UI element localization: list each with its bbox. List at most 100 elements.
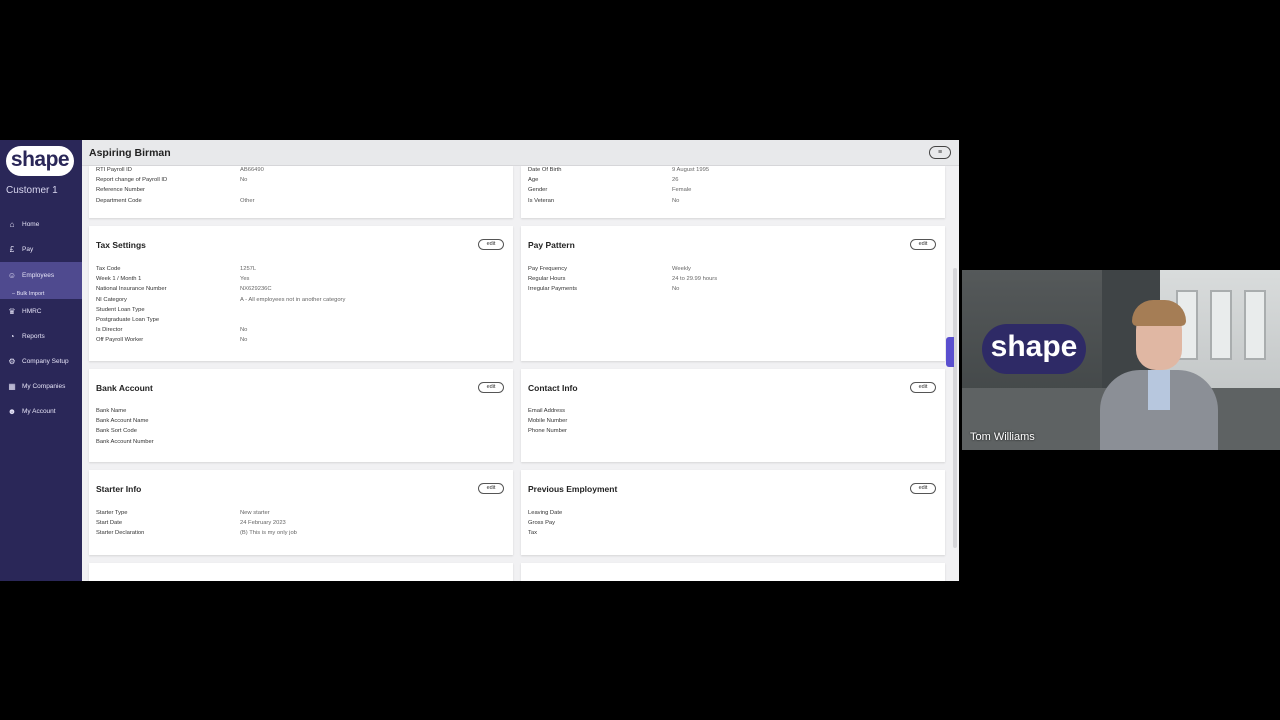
window-pane: [1210, 290, 1232, 360]
card-title: Bank Account: [96, 383, 153, 393]
field-row: Bank Account Name: [96, 418, 149, 425]
employees-icon: ☺: [7, 270, 17, 280]
presenter-shirt: [1148, 370, 1170, 410]
edit-previous-employment-button[interactable]: edit: [910, 483, 936, 494]
main-content: Aspiring Birman ≡ RTI Payroll ID AB66490 …: [82, 140, 959, 581]
sidebar-item-label: Reports: [22, 333, 45, 340]
presenter-hair: [1132, 300, 1186, 326]
field-row: Tax: [528, 530, 538, 537]
field-row: Regular Hours 24 to 29.99 hours: [528, 276, 718, 283]
field-row: Bank Account Number: [96, 438, 154, 445]
field-row: Student Loan Type: [96, 306, 145, 313]
scrollbar[interactable]: [953, 268, 957, 548]
sidebar-nav: ⌂ Home £ Pay ☺ Employees – Bulk Import ♛…: [0, 212, 82, 424]
field-row: Starter Declaration (B) This is my only j…: [96, 530, 297, 537]
field-row: Gender Female: [528, 187, 692, 194]
menu-icon[interactable]: ≡: [929, 146, 951, 159]
reports-icon: ◔: [9, 332, 15, 341]
field-row: National Insurance Number NX629236C: [96, 286, 272, 293]
sidebar-item-label: Pay: [22, 246, 34, 253]
hmrc-icon: ♛: [8, 307, 16, 316]
sidebar-item-label: Employees: [22, 271, 55, 279]
home-icon: ⌂: [9, 220, 15, 229]
sidebar-subitem-bulk-import[interactable]: – Bulk Import: [0, 288, 82, 299]
sidebar-item-company-setup[interactable]: ⚙ Company Setup: [0, 349, 82, 374]
field-row: Report change of Payroll ID No: [96, 177, 248, 184]
building-icon: ▦: [8, 382, 16, 391]
field-row: Gross Pay: [528, 520, 556, 527]
pound-icon: £: [9, 245, 15, 254]
card-title: Previous Employment: [528, 484, 618, 494]
card-title: Pay Pattern: [528, 240, 575, 250]
starter-info-card: Starter Info edit Starter Type New starte…: [89, 470, 513, 555]
sidebar-item-label: My Account: [22, 408, 56, 415]
sidebar-item-hmrc[interactable]: ♛ HMRC: [0, 299, 82, 324]
field-row: Email Address: [528, 408, 566, 414]
window-pane: [1244, 290, 1266, 360]
contact-info-rows: Email Address Mobile Number Phone Number: [528, 408, 672, 439]
edit-contact-info-button[interactable]: edit: [910, 382, 936, 393]
edit-pay-pattern-button[interactable]: edit: [910, 239, 936, 250]
sidebar-item-my-companies[interactable]: ▦ My Companies: [0, 374, 82, 399]
field-row: Bank Name: [96, 408, 127, 414]
pay-pattern-rows: Pay Frequency Weekly Regular Hours 24 to 2…: [528, 266, 717, 297]
presenter-video: shape Tom Williams: [962, 270, 1280, 450]
sidebar-item-pay[interactable]: £ Pay: [0, 237, 82, 262]
sidebar-item-home[interactable]: ⌂ Home: [0, 212, 82, 237]
card-title: Tax Settings: [96, 240, 146, 250]
field-row: Age 26: [528, 177, 679, 184]
card-title: Contact Info: [528, 383, 578, 393]
pay-pattern-card: Pay Pattern edit Pay Frequency Weekly Reg…: [521, 226, 945, 361]
tax-settings-card: Tax Settings edit Tax Code 1257L Week 1 /…: [89, 226, 513, 361]
card-title: Starter Info: [96, 484, 142, 494]
field-row: Irregular Payments No: [528, 286, 680, 293]
next-card-right: [521, 563, 945, 581]
personal-card: Date Of Birth 9 August 1995 Age 26 Gender F…: [521, 166, 945, 218]
edit-bank-account-button[interactable]: edit: [478, 382, 504, 393]
field-row: Phone Number: [528, 428, 567, 435]
field-row: Pay Frequency Weekly: [528, 266, 691, 272]
app-screen: shape Customer 1 ⌂ Home £ Pay ☺ Employee…: [0, 140, 959, 581]
shape-logo[interactable]: shape: [6, 146, 74, 176]
employee-header: Aspiring Birman ≡: [82, 140, 959, 166]
sidebar-item-reports[interactable]: ◔ Reports: [0, 324, 82, 349]
customer-name[interactable]: Customer 1: [6, 185, 58, 196]
field-row: Bank Sort Code: [96, 428, 137, 435]
field-row: Week 1 / Month 1 Yes: [96, 276, 250, 283]
personal-rows: Date Of Birth 9 August 1995 Age 26 Gender F…: [528, 167, 709, 208]
field-row: Tax Code 1257L: [96, 266, 257, 272]
field-row: Starter Type New starter: [96, 510, 270, 516]
field-row: Postgraduate Loan Type: [96, 316, 160, 323]
starter-info-rows: Starter Type New starter Start Date 24 Feb…: [96, 510, 297, 541]
bank-account-card: Bank Account edit Bank Name Bank Account…: [89, 369, 513, 462]
shape-wall-logo: shape: [982, 324, 1086, 374]
field-row: RTI Payroll ID AB66490: [96, 167, 264, 173]
sidebar-item-label: HMRC: [22, 308, 42, 315]
employment-card: RTI Payroll ID AB66490 Report change of P…: [89, 166, 513, 218]
field-row: Start Date 24 February 2023: [96, 520, 286, 527]
sidebar-item-label: My Companies: [22, 383, 66, 390]
field-row: Is Veteran No: [528, 197, 680, 204]
employment-rows: RTI Payroll ID AB66490 Report change of P…: [96, 167, 264, 208]
sidebar: shape Customer 1 ⌂ Home £ Pay ☺ Employee…: [0, 140, 82, 581]
field-row: Date Of Birth 9 August 1995: [528, 167, 710, 173]
presenter-name: Tom Williams: [970, 431, 1035, 443]
previous-employment-rows: Leaving Date Gross Pay Tax: [528, 510, 672, 541]
side-feedback-tab[interactable]: [946, 337, 954, 367]
field-row: Department Code Other: [96, 197, 255, 204]
sidebar-item-my-account[interactable]: ☻ My Account: [0, 399, 82, 424]
sidebar-item-employees[interactable]: ☺ Employees: [0, 262, 82, 288]
sidebar-item-label: Home: [22, 221, 40, 228]
gear-icon: ⚙: [8, 357, 16, 366]
tax-settings-rows: Tax Code 1257L Week 1 / Month 1 Yes Nation…: [96, 266, 345, 348]
bank-account-rows: Bank Name Bank Account Name Bank Sort Co…: [96, 408, 240, 449]
edit-tax-settings-button[interactable]: edit: [478, 239, 504, 250]
field-row: Off Payroll Worker No: [96, 337, 248, 344]
user-icon: ☻: [7, 407, 17, 416]
field-row: Is Director No: [96, 327, 248, 334]
field-row: Mobile Number: [528, 418, 568, 425]
previous-employment-card: Previous Employment edit Leaving Date Gr…: [521, 470, 945, 555]
edit-starter-info-button[interactable]: edit: [478, 483, 504, 494]
field-row: NI Category A - All employees not in anot…: [96, 296, 346, 303]
field-row: Reference Number: [96, 187, 145, 194]
